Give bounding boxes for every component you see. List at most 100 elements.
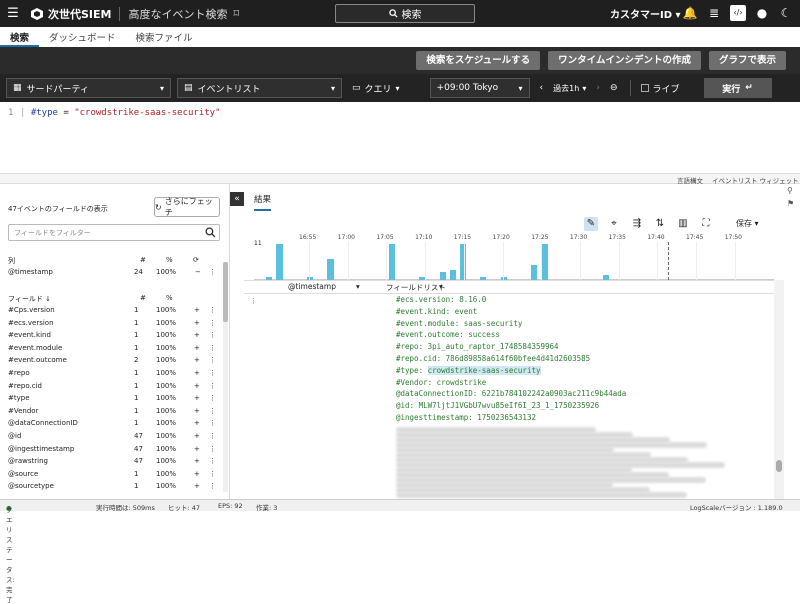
field-filter-input[interactable]: フィールドをフィルター	[8, 224, 220, 241]
add-field-icon[interactable]: +	[194, 482, 200, 490]
add-field-icon[interactable]: +	[194, 407, 200, 415]
histogram-bar[interactable]	[276, 244, 283, 280]
fields-scrollbar[interactable]	[223, 262, 228, 492]
user-icon[interactable]: ●	[754, 5, 770, 21]
event-field-line[interactable]: @dataConnectionID: 6221b784102242a0903ac…	[396, 389, 626, 398]
field-row[interactable]: #type 1 100% + ⋮	[8, 394, 220, 406]
refresh-icon[interactable]: ⟳	[193, 256, 199, 264]
chevron-right-icon[interactable]: ›	[596, 83, 600, 93]
event-field-line[interactable]: #event.module: saas-security	[396, 319, 522, 328]
add-field-icon[interactable]: +	[194, 445, 200, 453]
chevron-down-icon[interactable]: ▾	[439, 282, 443, 291]
add-field-icon[interactable]: +	[194, 394, 200, 402]
field-row[interactable]: #Cps.version 1 100% + ⋮	[8, 306, 220, 318]
more-icon[interactable]: ⋮	[209, 445, 216, 453]
add-field-icon[interactable]: +	[194, 319, 200, 327]
more-icon[interactable]: ⋮	[209, 356, 216, 364]
more-icon[interactable]: ⋮	[209, 344, 216, 352]
histogram-bar[interactable]	[531, 264, 538, 280]
wrap-icon[interactable]: ⇶	[630, 217, 644, 231]
event-field-line[interactable]: #repo: 3pi_auto_raptor_1748584359964	[396, 342, 559, 351]
event-field-line[interactable]: @ingesttimestamp: 1750236543132	[396, 413, 536, 422]
field-row[interactable]: #repo 1 100% + ⋮	[8, 369, 220, 381]
moon-icon[interactable]: ☾	[778, 5, 794, 21]
add-field-icon[interactable]: +	[194, 344, 200, 352]
view-dropdown[interactable]: ▤ イベントリスト ▾	[177, 78, 342, 98]
more-icon[interactable]: ⋮	[209, 457, 216, 465]
tab-search-files[interactable]: 検索ファイル	[126, 27, 203, 47]
field-row[interactable]: #Vendor 1 100% + ⋮	[8, 407, 220, 419]
field-row[interactable]: @ingesttimestamp 47 100% + ⋮	[8, 445, 220, 457]
field-row[interactable]: #event.kind 1 100% + ⋮	[8, 331, 220, 343]
add-field-icon[interactable]: +	[194, 457, 200, 465]
remove-column-icon[interactable]: −	[195, 268, 201, 276]
run-button[interactable]: 実行 ↵	[703, 78, 772, 98]
zoom-out-icon[interactable]: ⊖	[610, 83, 618, 93]
event-field-line[interactable]: #ecs.version: 8.16.0	[396, 295, 486, 304]
more-icon[interactable]: ⋮	[209, 432, 216, 440]
field-row[interactable]: @id 47 100% + ⋮	[8, 432, 220, 444]
event-field-line[interactable]: @id: MLW7ljtJ1VGbU7wvu85eIf6I_23_1_17502…	[396, 401, 599, 410]
stack-icon[interactable]: ≣	[706, 5, 722, 21]
pen-icon[interactable]: ✎	[584, 217, 598, 231]
sort-icon[interactable]: ⇅	[653, 217, 667, 231]
results-scrollbar[interactable]	[774, 280, 784, 499]
collapse-panel-button[interactable]: «	[230, 192, 244, 206]
field-row[interactable]: #ecs.version 1 100% + ⋮	[8, 319, 220, 331]
fields-label[interactable]: フィールド ↓	[8, 294, 51, 304]
customer-selector[interactable]: カスタマーID ▾	[610, 6, 681, 21]
timestamp-column-header[interactable]: @timestamp	[288, 282, 336, 291]
add-field-icon[interactable]: +	[194, 419, 200, 427]
event-histogram[interactable]: 11 16:55 17:00 17:05 17:10 17:15 17:20 17:25 17…	[254, 234, 774, 280]
field-row[interactable]: #event.outcome 2 100% + ⋮	[8, 356, 220, 368]
source-dropdown[interactable]: ▦ サードパーティ ▾	[6, 78, 171, 98]
tab-dashboard[interactable]: ダッシュボード	[39, 27, 126, 47]
fields-column-header[interactable]: フィールドリスト	[386, 282, 446, 293]
event-field-line[interactable]: #event.kind: event	[396, 307, 477, 316]
more-icon[interactable]: ⋮	[209, 369, 216, 377]
event-field-line[interactable]: #Vendor: crowdstrike	[396, 378, 486, 387]
field-row[interactable]: #event.module 1 100% + ⋮	[8, 344, 220, 356]
more-icon[interactable]: ⋮	[209, 407, 216, 415]
more-icon[interactable]: ⋮	[209, 331, 216, 339]
more-icon[interactable]: ⋮	[209, 482, 216, 490]
tab-search[interactable]: 検索	[0, 27, 40, 47]
query-mode-dropdown[interactable]: ▭ クエリ ▾	[352, 82, 400, 95]
event-field-line[interactable]: #type: crowdstrike-saas-security	[396, 365, 541, 375]
live-checkbox[interactable]	[640, 84, 649, 92]
chart-icon[interactable]: ▥	[676, 217, 690, 231]
scrollbar-thumb[interactable]	[223, 262, 228, 322]
more-icon[interactable]: ⋮	[209, 306, 216, 314]
crosshair-icon[interactable]: ⌖	[607, 217, 621, 231]
field-row[interactable]: @source 1 100% + ⋮	[8, 470, 220, 482]
event-field-line[interactable]: #repo.cid: 786d89858a614f60bfee4d41d2603…	[396, 354, 590, 363]
more-icon[interactable]: ⋮	[209, 382, 216, 390]
menu-icon[interactable]: ☰	[2, 6, 24, 21]
histogram-bar[interactable]	[388, 244, 395, 280]
field-row[interactable]: @sourcetype 1 100% + ⋮	[8, 482, 220, 494]
lightbulb-icon[interactable]: ⚲	[787, 186, 794, 195]
field-row[interactable]: #repo.cid 1 100% + ⋮	[8, 382, 220, 394]
add-field-icon[interactable]: +	[194, 331, 200, 339]
scrollbar-thumb[interactable]	[776, 460, 782, 472]
tab-results[interactable]: 結果	[254, 193, 272, 211]
more-icon[interactable]: ⋮	[209, 319, 216, 327]
range-dropdown[interactable]: 過去1h ▾	[553, 83, 586, 94]
code-icon[interactable]: ‹/›	[730, 5, 746, 21]
chevron-left-icon[interactable]: ‹	[540, 83, 544, 93]
field-row[interactable]: @rawstring 47 100% + ⋮	[8, 457, 220, 469]
histogram-bar[interactable]	[439, 272, 446, 280]
add-field-icon[interactable]: +	[194, 432, 200, 440]
field-row[interactable]: @dataConnectionID 1 100% + ⋮	[8, 419, 220, 431]
add-field-icon[interactable]: +	[194, 470, 200, 478]
event-field-line[interactable]: #event.outcome: success	[396, 330, 500, 339]
schedule-search-button[interactable]: 検索をスケジュールする	[416, 51, 541, 70]
show-graph-button[interactable]: グラフで表示	[708, 51, 786, 70]
more-icon[interactable]: ⋮	[209, 419, 216, 427]
fetch-more-button[interactable]: ↻ さらにフェッチ	[154, 197, 220, 217]
add-field-icon[interactable]: +	[194, 306, 200, 314]
timezone-dropdown[interactable]: +09:00 Tokyo ▾	[429, 78, 530, 98]
histogram-bar[interactable]	[449, 269, 456, 280]
histogram-bar[interactable]	[327, 259, 334, 280]
save-dropdown[interactable]: 保存 ▾	[736, 218, 759, 229]
